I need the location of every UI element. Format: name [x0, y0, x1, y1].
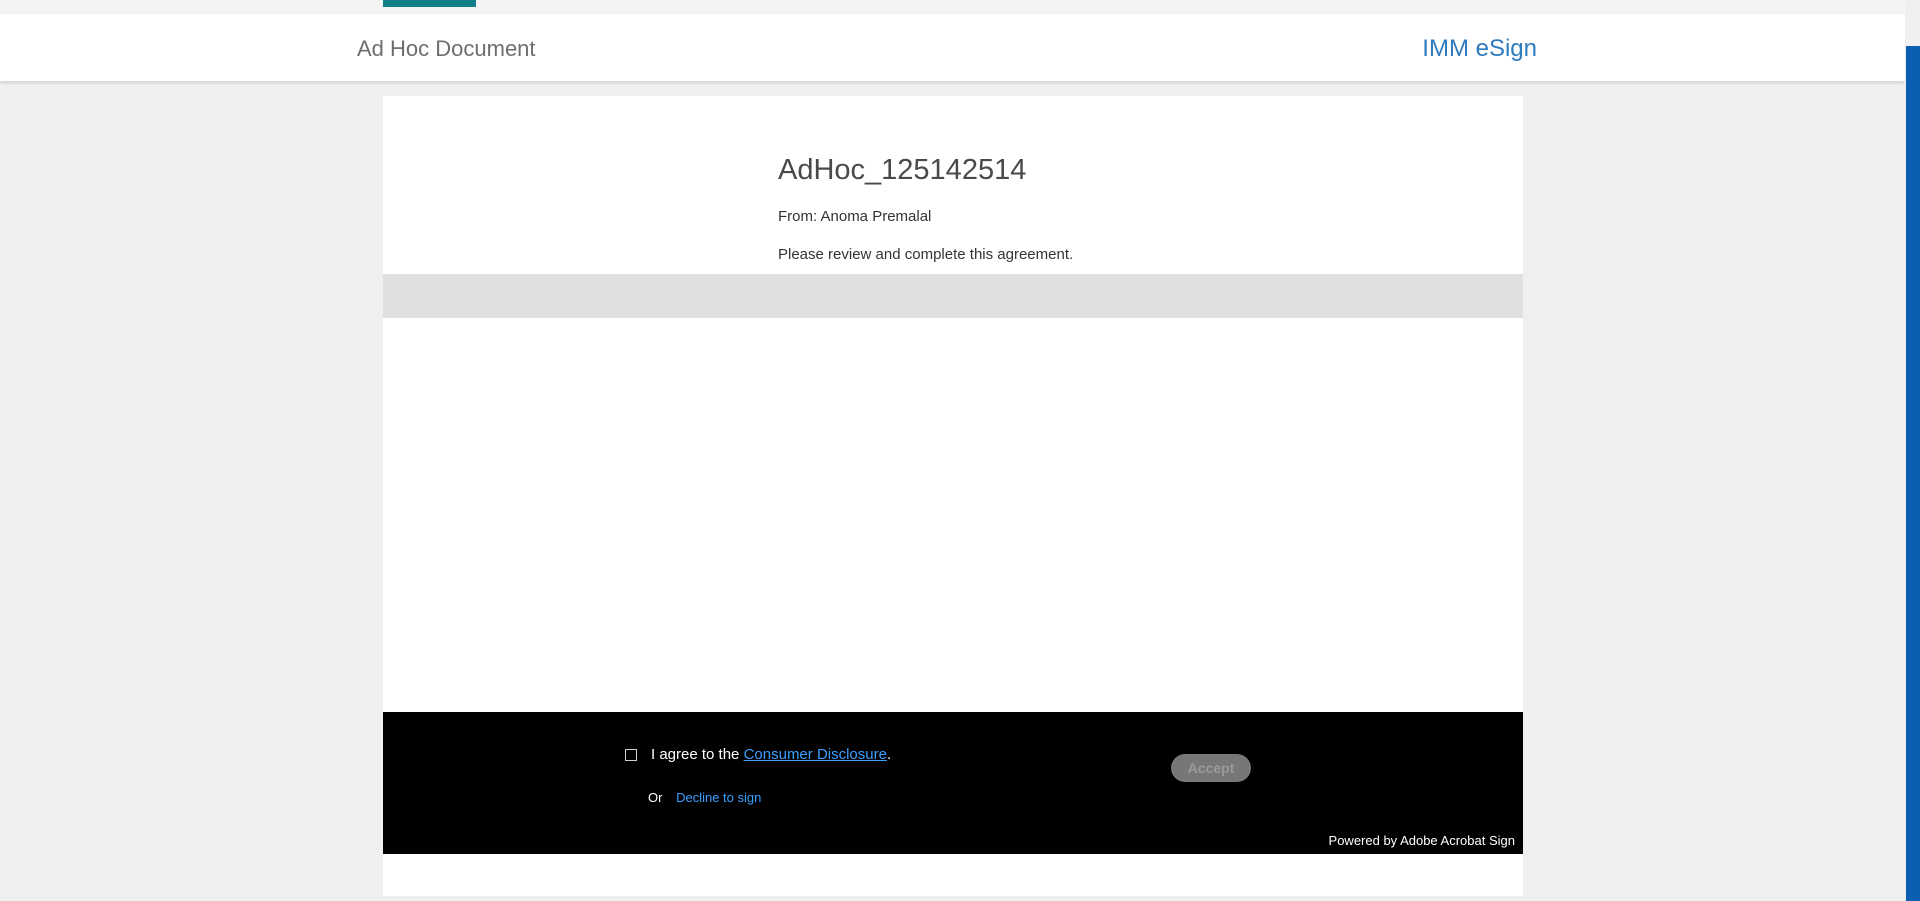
decline-to-sign-link[interactable]: Decline to sign [676, 790, 761, 805]
document-toolbar-band [383, 274, 1523, 318]
top-strip [0, 0, 1905, 14]
consumer-disclosure-link[interactable]: Consumer Disclosure [744, 746, 887, 763]
page-scrollbar[interactable] [1905, 0, 1920, 901]
powered-by-label: Powered by Adobe Acrobat Sign [1328, 833, 1515, 848]
document-card: AdHoc_125142514 From: Anoma Premalal Ple… [383, 96, 1523, 896]
agree-row: I agree to the Consumer Disclosure . [625, 746, 891, 763]
accept-button[interactable]: Accept [1171, 754, 1251, 782]
scrollbar-thumb[interactable] [1906, 46, 1920, 901]
consent-footer: I agree to the Consumer Disclosure . Or … [383, 712, 1523, 854]
brand-name: IMM eSign [1422, 35, 1537, 62]
agree-checkbox[interactable] [625, 748, 637, 761]
or-label: Or [648, 790, 663, 805]
active-tab-indicator [383, 0, 476, 7]
page-title: Ad Hoc Document [357, 36, 536, 61]
agreement-message: Please review and complete this agreemen… [778, 246, 1074, 263]
sender-label: From: Anoma Premalal [778, 208, 932, 225]
decline-row: Or Decline to sign [648, 790, 761, 805]
agree-suffix-text: . [886, 746, 892, 763]
document-title: AdHoc_125142514 [778, 154, 1027, 186]
app-header: Ad Hoc Document IMM eSign [0, 14, 1905, 81]
agree-prefix-text: I agree to the [651, 746, 744, 763]
